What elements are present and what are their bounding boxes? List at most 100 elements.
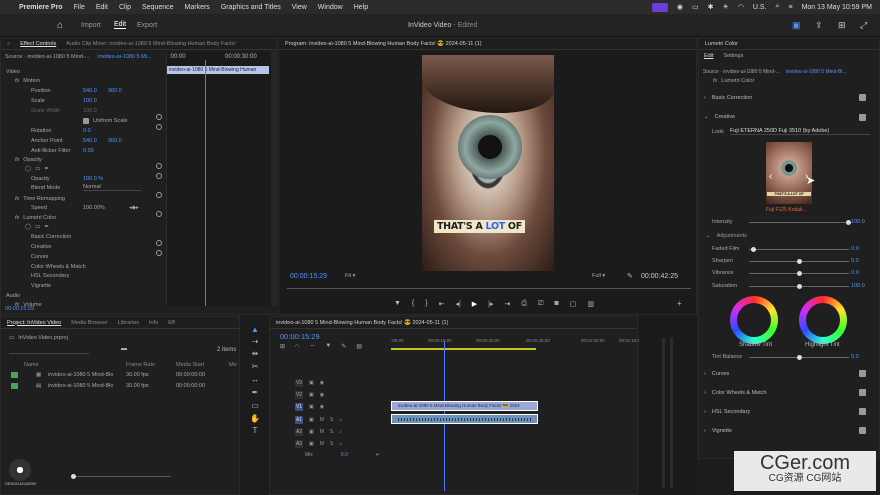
tint-balance-slider[interactable] bbox=[749, 355, 849, 360]
tab-export[interactable]: Export bbox=[137, 22, 157, 29]
lumetri-row[interactable]: fx Lumetri Color bbox=[1, 213, 276, 222]
mute-icon[interactable]: M bbox=[320, 429, 324, 435]
eye-icon[interactable]: ◉ bbox=[320, 404, 324, 410]
vr-icon[interactable]: ▢ bbox=[570, 300, 577, 308]
rect-mask-icon[interactable]: ▭ bbox=[35, 224, 40, 230]
pen-mask-icon[interactable]: ✒ bbox=[44, 166, 49, 172]
ripple-edit-icon[interactable]: ⇹ bbox=[250, 349, 260, 359]
vibrance-knob[interactable] bbox=[797, 271, 802, 276]
extract-icon[interactable]: ⎚ bbox=[538, 300, 544, 308]
quick-export-icon[interactable]: ▣ bbox=[792, 20, 801, 31]
go-out-icon[interactable]: ⇥ bbox=[504, 300, 510, 308]
tab-lumetri-settings[interactable]: Settings bbox=[723, 53, 743, 59]
opacity-row[interactable]: fx Opacity bbox=[1, 155, 276, 164]
thumb-zoom-slider[interactable] bbox=[71, 474, 171, 479]
wrench-icon[interactable]: ✎ bbox=[627, 272, 633, 280]
track-select-icon[interactable]: ⇢ bbox=[250, 337, 260, 347]
track-label[interactable]: A1 bbox=[295, 415, 303, 424]
tab-edit[interactable]: Edit bbox=[114, 21, 127, 29]
brightness-icon[interactable]: ☀ bbox=[723, 3, 729, 11]
mute-icon[interactable]: M bbox=[320, 441, 324, 447]
nest-icon[interactable]: ⊞ bbox=[280, 343, 285, 350]
ec-creative[interactable]: Creative bbox=[1, 242, 276, 251]
table-row[interactable]: ▤ invideo-ai-1080 5 Mind-Blo 30.00 fps 00:0… bbox=[1, 381, 239, 390]
ec-hsl-secondary[interactable]: HSL Secondary bbox=[1, 271, 276, 280]
toggle-output-icon[interactable]: ▣ bbox=[309, 417, 314, 423]
toggle-output-icon[interactable]: ▣ bbox=[309, 441, 314, 447]
linked-icon[interactable]: ⇔ bbox=[309, 343, 315, 350]
solo-icon[interactable]: S bbox=[330, 441, 333, 447]
ec-vignette[interactable]: Vignette bbox=[1, 281, 276, 290]
selection-tool-icon[interactable]: ▲ bbox=[250, 325, 260, 335]
track-label[interactable]: A2 bbox=[295, 427, 303, 436]
reset-icon[interactable] bbox=[156, 124, 162, 130]
reset-icon[interactable] bbox=[156, 173, 162, 179]
tab-audio-clip-mixer[interactable]: Audio Clip Mixer: invideo-ai-1080 5 Mind… bbox=[66, 41, 236, 47]
basic-correction-checkbox[interactable] bbox=[859, 94, 866, 101]
menu-edit[interactable]: Edit bbox=[96, 4, 108, 11]
search-icon[interactable]: ⌕ bbox=[776, 3, 780, 11]
tab-libraries[interactable]: Libraries bbox=[118, 320, 139, 326]
step-back-icon[interactable]: ◂| bbox=[455, 300, 460, 308]
intensity-knob[interactable] bbox=[846, 220, 851, 225]
marker-icon[interactable]: ▼ bbox=[394, 300, 401, 308]
add-button-icon[interactable]: + bbox=[677, 299, 682, 308]
reset-icon[interactable] bbox=[156, 211, 162, 217]
ec-basic-correction[interactable]: Basic Correction bbox=[1, 232, 276, 241]
sharpen-knob[interactable] bbox=[797, 259, 802, 264]
faded-film-slider[interactable] bbox=[749, 247, 849, 252]
snap-icon[interactable]: ∩ bbox=[295, 343, 299, 350]
rect-mask-icon[interactable]: ▭ bbox=[35, 166, 40, 172]
work-area-bar[interactable] bbox=[391, 348, 536, 350]
vibrance-slider[interactable] bbox=[749, 271, 849, 276]
section-curves[interactable]: › Curves bbox=[704, 371, 729, 377]
screen-share-icon[interactable] bbox=[651, 2, 668, 12]
motion-row[interactable]: fx Motion bbox=[1, 76, 276, 85]
solo-icon[interactable]: S bbox=[330, 417, 333, 423]
menu-sequence[interactable]: Sequence bbox=[142, 4, 174, 11]
camera-icon[interactable]: ◙ bbox=[555, 300, 559, 308]
lumetri-effect-row[interactable]: fx Lumetri Color bbox=[699, 76, 879, 85]
hsl-checkbox[interactable] bbox=[859, 408, 866, 415]
go-in-icon[interactable]: ⇤ bbox=[439, 300, 445, 308]
track-label[interactable]: V1 bbox=[295, 402, 303, 411]
blend-mode-select[interactable]: Normal bbox=[83, 184, 141, 191]
tab-project[interactable]: Project: InVideo Video bbox=[7, 320, 61, 326]
step-forward-icon[interactable]: |▸ bbox=[488, 300, 493, 308]
zoom-select[interactable]: Fit ▾ bbox=[345, 273, 355, 279]
section-vignette[interactable]: › Vignette bbox=[704, 428, 732, 434]
reset-icon[interactable] bbox=[156, 250, 162, 256]
lift-icon[interactable]: ⎙ bbox=[521, 300, 527, 308]
tab-effect-controls[interactable]: Effect Controls bbox=[20, 41, 56, 47]
tab-import[interactable]: Import bbox=[81, 22, 101, 29]
ellipse-mask-icon[interactable]: ◯ bbox=[25, 224, 31, 230]
pen-mask-icon[interactable]: ✒ bbox=[44, 224, 49, 230]
clip-selector[interactable]: invideo-ai-1080 5 Mi... bbox=[97, 54, 151, 60]
section-creative[interactable]: ⌄ Creative bbox=[704, 114, 735, 120]
solo-icon[interactable]: S bbox=[330, 429, 333, 435]
saturation-knob[interactable] bbox=[797, 284, 802, 289]
menu-clip[interactable]: Clip bbox=[119, 4, 131, 11]
track-label[interactable]: A3 bbox=[295, 439, 303, 448]
ec-timecode[interactable]: 00:00:15:29 bbox=[5, 306, 280, 312]
track-label[interactable]: V2 bbox=[295, 390, 303, 399]
program-scrub[interactable] bbox=[287, 288, 691, 289]
video-clip[interactable]: invideo-ai-1080 5 Mind-Blowing Human Bod… bbox=[391, 401, 538, 411]
play-icon[interactable]: ▶ bbox=[472, 300, 477, 308]
uniform-scale-checkbox[interactable] bbox=[83, 117, 89, 124]
video-frame[interactable]: THAT'S A LOT OF bbox=[422, 55, 554, 271]
audio-clip[interactable] bbox=[391, 414, 538, 424]
ellipse-mask-icon[interactable]: ◯ bbox=[25, 166, 31, 172]
timeline-timecode[interactable]: 00:00:15:29 bbox=[280, 332, 320, 341]
toggle-output-icon[interactable]: ▣ bbox=[309, 380, 314, 386]
curves-checkbox[interactable] bbox=[859, 370, 866, 377]
toggle-output-icon[interactable]: ▣ bbox=[309, 392, 314, 398]
color-wheels-checkbox[interactable] bbox=[859, 389, 866, 396]
shadow-tint-wheel[interactable] bbox=[730, 296, 778, 344]
eye-icon[interactable]: ◉ bbox=[320, 380, 324, 386]
quality-select[interactable]: Full ▾ bbox=[592, 273, 605, 279]
mix-nav-icon[interactable]: ⇤ bbox=[376, 452, 380, 458]
control-center-icon[interactable]: ≡ bbox=[788, 4, 792, 11]
tab-lumetri-edit[interactable]: Edit bbox=[704, 53, 713, 59]
mic-icon[interactable]: ♪ bbox=[339, 429, 342, 435]
